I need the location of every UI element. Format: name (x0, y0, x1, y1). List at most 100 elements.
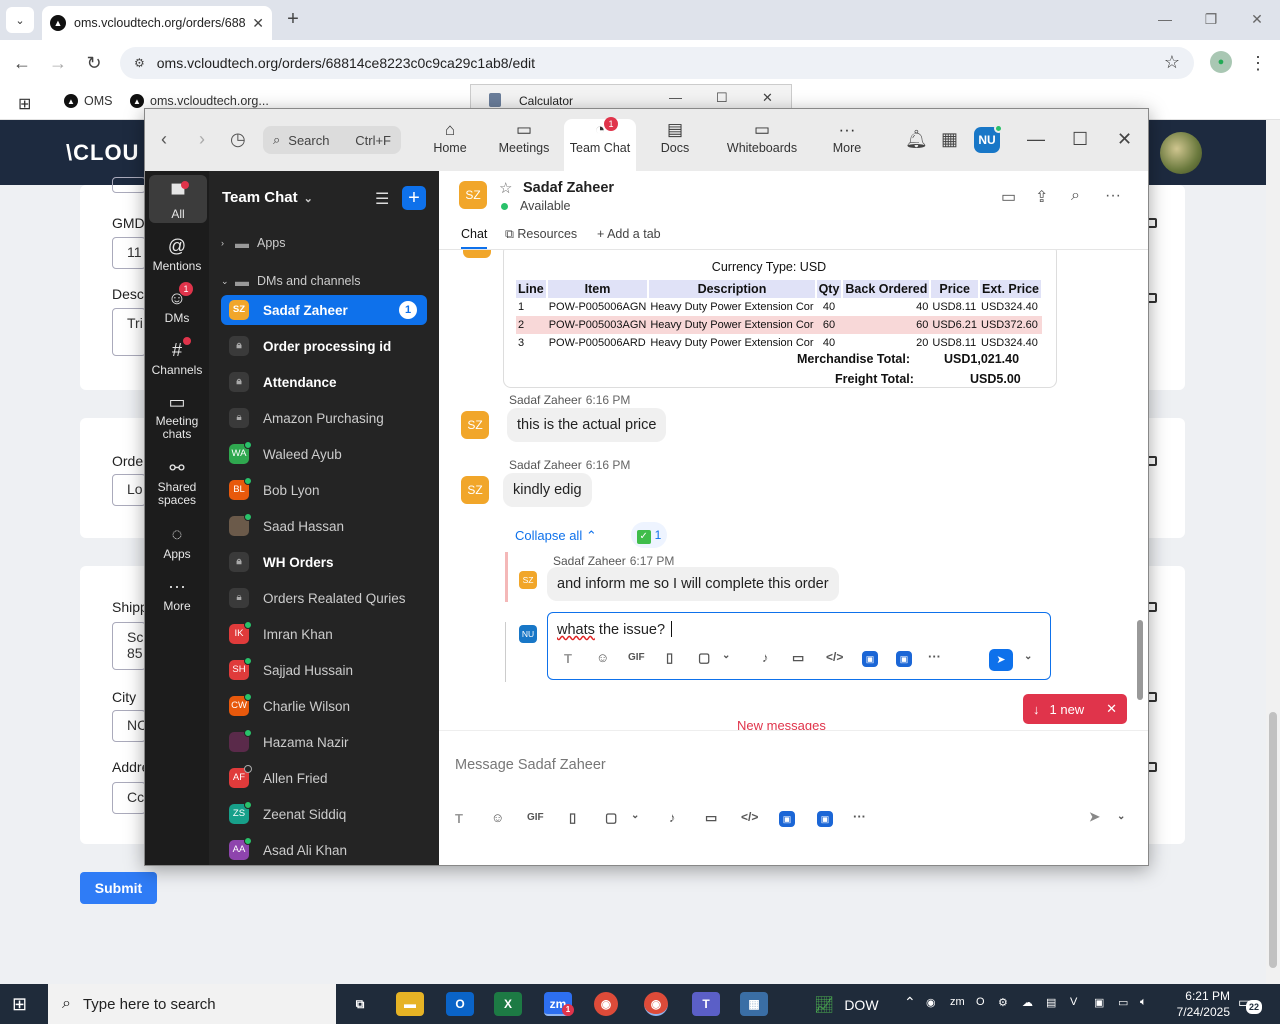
sidebar-item-saad-hassan[interactable]: Saad Hassan (221, 511, 427, 541)
microphone-icon[interactable]: ♪ (762, 650, 769, 665)
sidebar-item-sadaf-zaheer[interactable]: SZ Sadaf Zaheer 1 (221, 295, 427, 325)
description-input[interactable]: Tri (112, 308, 146, 356)
page-scrollbar[interactable] (1266, 120, 1280, 984)
chevron-down-icon[interactable]: ⌄ (631, 810, 639, 821)
sidebar-item-waleed-ayub[interactable]: WA Waleed Ayub (221, 439, 427, 469)
message-list[interactable]: SZ Currency Type: USD LineItemDescriptio… (439, 250, 1148, 730)
emoji-icon[interactable]: ☺ (596, 650, 609, 665)
format-text-icon[interactable]: T (455, 811, 463, 826)
new-messages-pill[interactable]: ↓ 1 new ✕ (1023, 694, 1127, 724)
zoom-search[interactable]: ⌕ Search Ctrl+F (263, 126, 401, 154)
zoom-back-icon[interactable]: ‹ (161, 129, 167, 150)
calc-minimize-icon[interactable]: — (669, 90, 682, 105)
rail-apps[interactable]: ◌ Apps (145, 521, 209, 561)
history-icon[interactable]: ◷ (230, 129, 246, 150)
outlook-tray-icon[interactable]: O (976, 996, 985, 1008)
microphone-icon[interactable]: ♪ (669, 810, 676, 825)
new-tab-button[interactable]: + (282, 8, 304, 32)
network-tray-icon[interactable]: ▣ (1094, 996, 1104, 1009)
rail-more[interactable]: ··· More (145, 573, 209, 613)
sidebar-item-allen-fried[interactable]: AF Allen Fried (221, 763, 427, 793)
submit-button[interactable]: Submit (80, 872, 157, 904)
zoom-close-icon[interactable]: ✕ (1117, 129, 1132, 150)
bookmark-star-icon[interactable]: ☆ (1164, 52, 1180, 73)
send-button[interactable]: ➤ (989, 649, 1013, 671)
app-shortcut-icon[interactable]: ▣ (817, 811, 833, 827)
volume-icon[interactable]: 🔈︎ (1140, 996, 1147, 1009)
sidebar-item-zeenat-siddiq[interactable]: ZS Zeenat Siddiq (221, 799, 427, 829)
collapse-all-link[interactable]: Collapse all ⌃ (515, 528, 597, 544)
calc-maximize-icon[interactable]: ☐ (716, 90, 728, 106)
profile-avatar[interactable]: ● (1210, 51, 1232, 73)
chevron-up-icon[interactable]: ⌃ (904, 994, 916, 1011)
tab-team-chat[interactable]: ◔ 1 Team Chat (564, 117, 636, 171)
send-options-chevron-icon[interactable]: ⌄ (1024, 651, 1032, 662)
sidebar-item-sajjad-hussain[interactable]: SH Sajjad Hussain (221, 655, 427, 685)
section-apps[interactable]: › ▬ Apps (221, 235, 286, 251)
code-icon[interactable]: </> (826, 650, 843, 664)
chrome-icon[interactable]: ◉ (594, 992, 618, 1016)
vpn-icon[interactable]: V (1070, 996, 1077, 1008)
site-info-icon[interactable]: ⚙ (134, 56, 145, 70)
zoom-minimize-icon[interactable]: — (1027, 129, 1045, 150)
restore-icon[interactable]: ❐ (1196, 8, 1226, 30)
apps-grid-icon[interactable]: ⊞ (18, 94, 31, 114)
screenshot-icon[interactable]: ▢ (698, 650, 710, 666)
zoom-forward-icon[interactable]: › (199, 129, 205, 150)
more-dots-icon[interactable]: ··· (853, 809, 866, 824)
browser-menu-icon[interactable]: ⋮ (1248, 50, 1268, 76)
cloud-icon[interactable]: ☁ (1022, 996, 1033, 1009)
taskbar-search[interactable]: ⌕ Type here to search (48, 984, 336, 1024)
sidebar-item-imran-khan[interactable]: IK Imran Khan (221, 619, 427, 649)
tab-whiteboards[interactable]: ▭ Whiteboards (725, 119, 799, 171)
close-icon[interactable]: ✕ (1106, 701, 1117, 717)
chrome-tray-icon[interactable]: ◉ (926, 996, 936, 1009)
sender-avatar[interactable]: SZ (461, 411, 489, 439)
emoji-icon[interactable]: ☺ (491, 810, 504, 825)
shipping-input[interactable]: Sc 85 (112, 622, 146, 670)
sidebar-item-orders-realated-quries[interactable]: 🔒︎ Orders Realated Quries (221, 583, 427, 613)
windows-start-icon[interactable]: ⊞ (12, 994, 32, 1014)
truncated-field[interactable] (112, 177, 146, 193)
tab-chat[interactable]: Chat (461, 227, 488, 249)
teams-tray-icon[interactable]: ⚙ (998, 996, 1008, 1009)
sender-avatar[interactable]: SZ (461, 476, 489, 504)
format-text-icon[interactable]: T (564, 651, 572, 666)
contact-name[interactable]: Sadaf Zaheer (523, 180, 614, 196)
sidebar-item-attendance[interactable]: 🔒︎ Attendance (221, 367, 427, 397)
tab-more[interactable]: ··· More (827, 119, 867, 171)
code-icon[interactable]: </> (741, 810, 758, 824)
zoom-taskbar-icon[interactable]: zm 1 (544, 992, 574, 1016)
tab-home[interactable]: ⌂ Home (425, 119, 475, 171)
chrome-icon[interactable]: ◉ (644, 992, 668, 1016)
app-shortcut-icon[interactable]: ▣ (862, 651, 878, 667)
browser-tab-active[interactable]: ▲ oms.vcloudtech.org/orders/688 ✕ (42, 6, 272, 40)
reaction-checkmark[interactable]: ✓ 1 (631, 522, 667, 548)
address-input[interactable]: Cc (112, 782, 146, 814)
teams-icon[interactable]: T (692, 992, 720, 1016)
sidebar-item-asad-ali-khan[interactable]: AA Asad Ali Khan (221, 835, 427, 865)
reload-icon[interactable]: ↻ (81, 50, 107, 76)
back-arrow-icon[interactable]: ← (9, 50, 35, 76)
chevron-down-icon[interactable]: ⌄ (722, 650, 730, 661)
search-icon[interactable]: ⌕ (1071, 187, 1080, 205)
sidebar-item-wh-orders[interactable]: 🔒︎ WH Orders (221, 547, 427, 577)
video-message-icon[interactable]: ▭ (705, 810, 717, 826)
page-scroll-thumb[interactable] (1269, 712, 1277, 968)
tab-add[interactable]: + Add a tab (597, 227, 661, 249)
sidebar-item-charlie-wilson[interactable]: CW Charlie Wilson (221, 691, 427, 721)
screenshot-icon[interactable]: ▢ (605, 810, 617, 826)
filter-icon[interactable]: ☰ (375, 189, 389, 209)
message-composer[interactable]: Message Sadaf Zaheer T ☺ GIF ▯ ▢ ⌄ ♪ ▭ <… (439, 730, 1148, 865)
zoom-profile-avatar[interactable]: NU (974, 124, 1003, 153)
tab-search-button[interactable]: ⌄ (6, 7, 34, 33)
team-chat-title[interactable]: Team Chat ⌄ (222, 189, 313, 206)
order-input[interactable]: Lo (112, 474, 146, 506)
thread-reply-input[interactable]: whats the issue? T ☺ GIF ▯ ▢ ⌄ ♪ ▭ </> ▣… (547, 612, 1051, 680)
file-icon[interactable]: ▯ (569, 810, 576, 826)
rail-channels[interactable]: # Channels (145, 337, 209, 377)
reply-bubble[interactable]: and inform me so I will complete this or… (547, 567, 839, 601)
gmd-input[interactable]: 11 (112, 237, 146, 269)
notifications-icon[interactable]: ▭ 22 (1238, 994, 1262, 1014)
close-tab-icon[interactable]: ✕ (252, 15, 264, 32)
